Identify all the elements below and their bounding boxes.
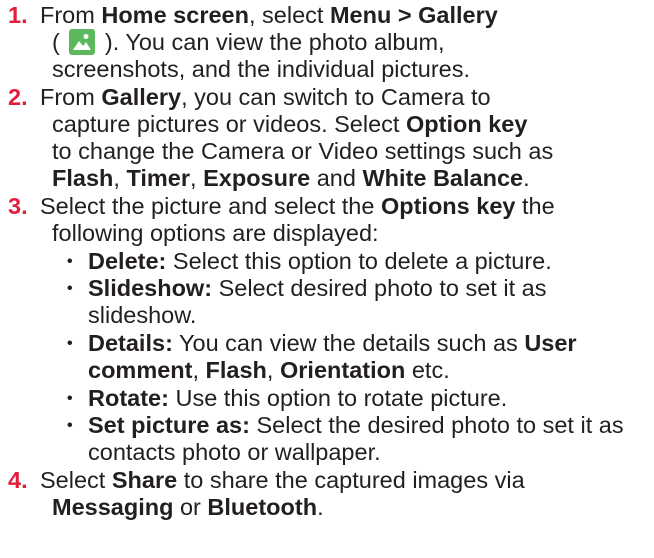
text: the	[515, 193, 555, 219]
bullet-dot: •	[67, 390, 73, 407]
text: You can view the details such as	[172, 330, 525, 356]
text: ,	[192, 357, 206, 383]
slideshow-label: Slideshow:	[88, 275, 213, 301]
messaging-label: Messaging	[52, 494, 174, 520]
text: slideshow.	[88, 302, 197, 328]
text: and	[310, 165, 363, 191]
white-balance-label: White Balance	[362, 165, 524, 191]
menu-gallery-label: Menu > Gallery	[329, 2, 498, 28]
text: (	[52, 29, 67, 55]
text: etc.	[405, 357, 450, 383]
text: to change the Camera or Video settings s…	[52, 138, 554, 164]
text: , select	[248, 2, 330, 28]
flash-label: Flash	[205, 357, 267, 383]
text: screenshots, and the individual pictures…	[52, 56, 471, 82]
text: or	[173, 494, 208, 520]
step-2-number: 2.	[8, 84, 28, 110]
text: capture pictures or videos. Select	[52, 111, 406, 137]
text: Select the picture and select the	[40, 193, 381, 219]
text: ,	[113, 165, 127, 191]
text: ). You can view the photo album,	[98, 29, 445, 55]
home-screen-label: Home screen	[101, 2, 249, 28]
user-label: User	[524, 330, 577, 356]
text: .	[317, 494, 324, 520]
timer-label: Timer	[126, 165, 191, 191]
bullet-dot: •	[67, 417, 73, 434]
bullet-dot: •	[67, 280, 73, 297]
text: Select the desired photo to set it as	[249, 412, 624, 438]
step-3-number: 3.	[8, 193, 28, 219]
text: Select this option to delete a picture.	[166, 248, 552, 274]
option-key-label: Option key	[405, 111, 528, 137]
gallery-label: Gallery	[101, 84, 182, 110]
text: following options are displayed:	[52, 220, 379, 246]
delete-label: Delete:	[88, 248, 167, 274]
flash-label: Flash	[52, 165, 114, 191]
orientation-label: Orientation	[279, 357, 406, 383]
comment-label: comment	[88, 357, 193, 383]
step-4-number: 4.	[8, 467, 28, 493]
share-label: Share	[111, 467, 178, 493]
text: From	[40, 84, 102, 110]
options-key-label: Options key	[380, 193, 516, 219]
gallery-icon	[69, 29, 96, 55]
step-1-number: 1.	[8, 2, 28, 28]
rotate-label: Rotate:	[88, 385, 169, 411]
text: Use this option to rotate picture.	[168, 385, 508, 411]
text: contacts photo or wallpaper.	[88, 439, 381, 465]
text: to share the captured images via	[177, 467, 525, 493]
text: ,	[266, 357, 280, 383]
instructions-document: 1. From Home screen, select Menu > Galle…	[0, 0, 654, 558]
text: .	[523, 165, 530, 191]
set-picture-as-label: Set picture as:	[88, 412, 250, 438]
exposure-label: Exposure	[203, 165, 311, 191]
bullet-dot: •	[67, 335, 73, 352]
bluetooth-label: Bluetooth	[207, 494, 318, 520]
text: ,	[190, 165, 204, 191]
bullet-dot: •	[67, 253, 73, 270]
text: Select desired photo to set it as	[212, 275, 547, 301]
text: , you can switch to Camera to	[181, 84, 491, 110]
details-label: Details:	[88, 330, 173, 356]
text: From	[40, 2, 102, 28]
text: Select	[40, 467, 112, 493]
